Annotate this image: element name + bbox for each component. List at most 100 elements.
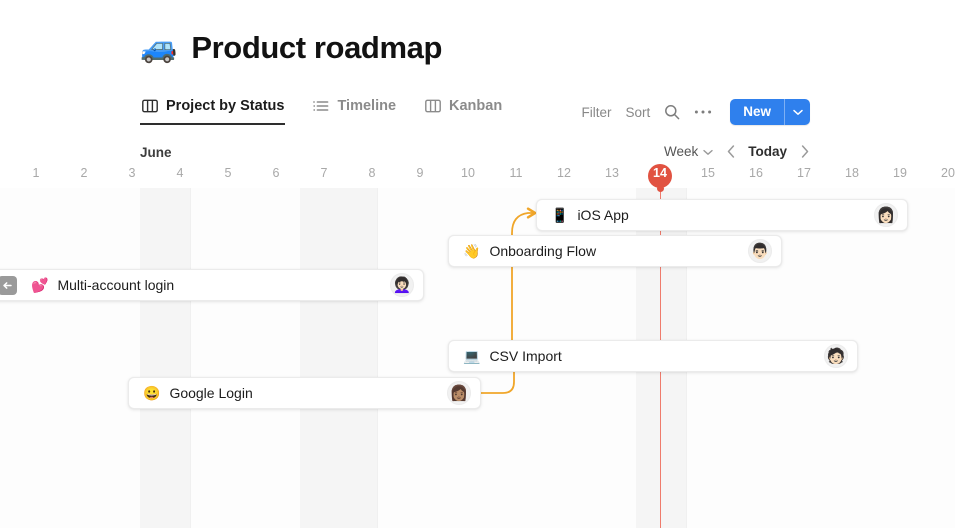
new-button[interactable]: New [730,99,784,125]
day-number: 8 [369,166,376,180]
day-tick: 2 [60,166,108,180]
day-number: 7 [321,166,328,180]
day-number: 19 [893,166,907,180]
sort-button[interactable]: Sort [625,105,650,120]
day-tick: 13 [588,166,636,180]
chevron-down-icon [703,144,713,159]
day-number: 4 [177,166,184,180]
task-label: iOS App [577,207,874,223]
month-label: June [140,145,172,160]
grid-column-line [377,188,378,528]
day-tick: 11 [492,166,540,180]
board-icon [424,99,441,114]
day-tick: 7 [300,166,348,180]
avatar[interactable]: 👨🏻 [748,239,772,263]
task-label: Google Login [169,385,447,401]
day-tick: 5 [204,166,252,180]
tab-label: Project by Status [166,98,284,114]
arrow-left-icon[interactable] [0,276,17,295]
day-tick: 15 [684,166,732,180]
day-number: 20 [941,166,955,180]
weekend-column [140,188,190,528]
day-number: 3 [129,166,136,180]
range-unit-label: Week [664,144,698,159]
task-card-ios-app[interactable]: 📱 iOS App 👩🏻 [536,199,908,231]
tab-kanban[interactable]: Kanban [423,98,503,125]
day-tick: 3 [108,166,156,180]
task-label: CSV Import [489,348,824,364]
timeline-canvas: 📱 iOS App 👩🏻 👋 Onboarding Flow 👨🏻 💕 Mult… [0,188,955,528]
day-number: 12 [557,166,571,180]
grid-column-line [190,188,191,528]
view-tabs: Project by Status Timeline [140,98,503,125]
board-icon [141,99,158,114]
day-number: 15 [701,166,715,180]
day-tick: 12 [540,166,588,180]
day-tick: 20 [924,166,955,180]
day-number: 17 [797,166,811,180]
smiley-face-icon: 😀 [143,386,160,400]
day-number: 5 [225,166,232,180]
task-card-onboarding-flow[interactable]: 👋 Onboarding Flow 👨🏻 [448,235,782,267]
car-icon: 🚙 [140,33,177,63]
day-number: 1 [33,166,40,180]
day-tick: 6 [252,166,300,180]
mobile-phone-icon: 📱 [551,208,568,222]
day-tick: 10 [444,166,492,180]
tab-timeline[interactable]: Timeline [311,98,397,125]
day-tick: 19 [876,166,924,180]
tab-label: Kanban [449,98,502,114]
search-icon[interactable] [664,104,680,120]
two-hearts-icon: 💕 [31,278,48,292]
day-tick: 9 [396,166,444,180]
day-tick: 16 [732,166,780,180]
ellipsis-icon[interactable] [694,109,712,115]
task-label: Multi-account login [57,277,390,293]
day-tick: 8 [348,166,396,180]
task-card-google-login[interactable]: 😀 Google Login 👩🏽 [128,377,481,409]
filter-button[interactable]: Filter [581,105,611,120]
day-number: 2 [81,166,88,180]
day-tick: 4 [156,166,204,180]
avatar[interactable]: 🧑🏻 [824,344,848,368]
weekend-column [300,188,377,528]
list-icon [312,99,329,114]
day-number: 13 [605,166,619,180]
day-tick: 17 [780,166,828,180]
day-number: 9 [417,166,424,180]
chevron-right-icon[interactable] [799,145,810,158]
page-title-row: 🚙 Product roadmap [140,30,442,66]
day-tick: 14 [636,166,684,180]
day-number: 10 [461,166,475,180]
new-button-group: New [730,99,810,125]
timeline-subheader: June Week Today [0,134,955,164]
day-tick: 18 [828,166,876,180]
tab-project-by-status[interactable]: Project by Status [140,98,285,125]
timeline-app: 🚙 Product roadmap Project by Status [0,0,955,528]
avatar[interactable]: 👩🏻‍🦱 [390,273,414,297]
range-navigation: Week Today [664,144,810,159]
day-number: 14 [653,166,667,180]
waving-hand-icon: 👋 [463,244,480,258]
day-number: 16 [749,166,763,180]
day-number: 6 [273,166,280,180]
laptop-icon: 💻 [463,349,480,363]
chevron-down-icon[interactable] [784,99,810,125]
avatar[interactable]: 👩🏻 [874,203,898,227]
day-ruler: 1234567891011121314151617181920 [0,164,955,188]
chevron-left-icon[interactable] [725,145,736,158]
header-toolbar: Filter Sort New [581,99,810,125]
today-marker-dot [657,185,664,192]
avatar[interactable]: 👩🏽 [447,381,471,405]
day-number: 18 [845,166,859,180]
today-button[interactable]: Today [748,144,787,159]
day-tick: 1 [12,166,60,180]
day-number: 11 [510,166,523,180]
task-label: Onboarding Flow [489,243,748,259]
task-card-csv-import[interactable]: 💻 CSV Import 🧑🏻 [448,340,858,372]
page-header: 🚙 Product roadmap Project by Status [0,0,955,134]
task-card-multi-account-login[interactable]: 💕 Multi-account login 👩🏻‍🦱 [0,269,424,301]
page-title: Product roadmap [191,30,442,66]
tab-label: Timeline [337,98,396,114]
range-unit-selector[interactable]: Week [664,144,713,159]
